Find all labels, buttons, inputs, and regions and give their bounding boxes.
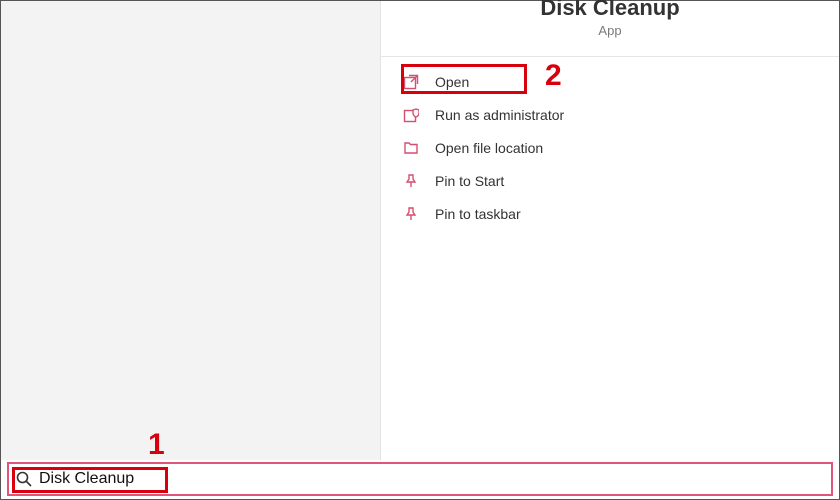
annotation-number-2: 2 (545, 59, 562, 93)
folder-icon (403, 140, 425, 156)
app-title: Disk Cleanup (381, 0, 839, 21)
open-menu-item[interactable]: Open (381, 65, 839, 98)
search-bar[interactable] (7, 462, 833, 496)
pin-taskbar-menu-item[interactable]: Pin to taskbar (381, 197, 839, 230)
run-admin-label: Run as administrator (435, 107, 564, 123)
results-left-panel (1, 1, 381, 460)
app-header: Disk Cleanup App (381, 0, 839, 38)
search-icon (9, 470, 39, 488)
pin-taskbar-label: Pin to taskbar (435, 206, 521, 222)
pin-start-menu-item[interactable]: Pin to Start (381, 164, 839, 197)
open-label: Open (435, 74, 469, 90)
details-right-panel: Disk Cleanup App Open (381, 1, 839, 460)
divider (381, 56, 839, 57)
context-menu: Open Run as administrator Open file (381, 65, 839, 230)
annotation-number-1: 1 (148, 428, 165, 462)
admin-shield-icon (403, 107, 425, 123)
pin-icon (403, 206, 425, 222)
app-subtitle: App (381, 23, 839, 38)
open-location-menu-item[interactable]: Open file location (381, 131, 839, 164)
open-location-label: Open file location (435, 140, 543, 156)
pin-icon (403, 173, 425, 189)
run-admin-menu-item[interactable]: Run as administrator (381, 98, 839, 131)
search-input[interactable] (39, 470, 831, 488)
window-frame: Disk Cleanup App Open (0, 0, 840, 500)
open-icon (403, 74, 425, 90)
pin-start-label: Pin to Start (435, 173, 504, 189)
